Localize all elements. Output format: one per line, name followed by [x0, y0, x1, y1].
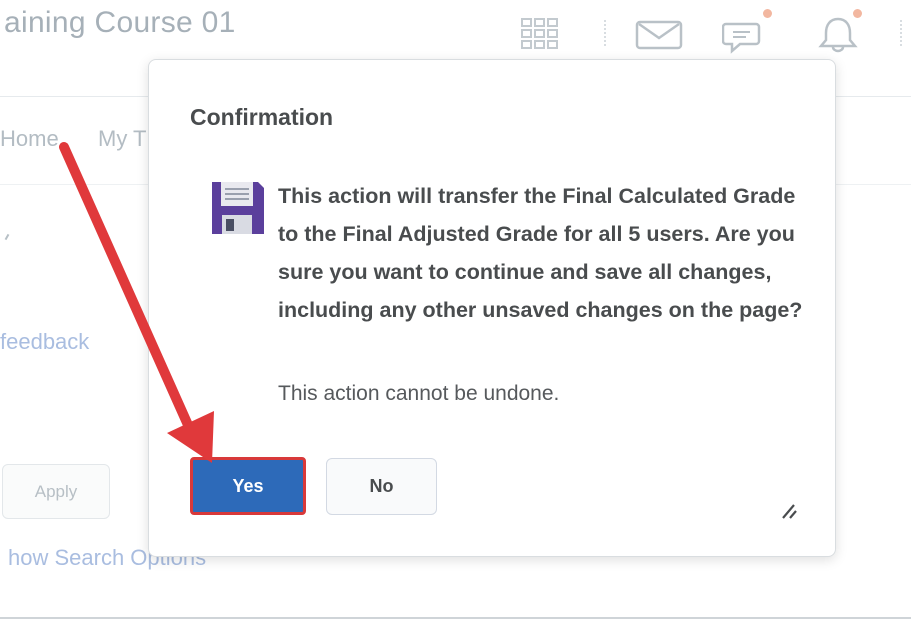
bell-icon[interactable] [816, 14, 860, 54]
resize-handle-icon[interactable] [779, 500, 799, 520]
dialog-title: Confirmation [190, 104, 334, 130]
page: aining Course 01 Home My T feedback Appl… [0, 0, 911, 622]
apply-button[interactable]: Apply [2, 464, 110, 519]
dialog-note: This action cannot be undone. [278, 382, 560, 405]
dialog-message: This action will transfer the Final Calc… [278, 184, 803, 322]
header-separator-right [900, 20, 902, 46]
app-grid-icon[interactable] [518, 14, 562, 54]
bottom-divider [0, 617, 911, 619]
feedback-link[interactable]: feedback [0, 329, 89, 355]
nav-home[interactable]: Home [0, 126, 59, 152]
background-mark [4, 233, 10, 241]
course-title: aining Course 01 [4, 6, 236, 39]
yes-button[interactable]: Yes [190, 457, 306, 515]
no-button[interactable]: No [326, 458, 437, 515]
chat-notification-badge [763, 9, 772, 18]
nav-my-tools[interactable]: My T [98, 126, 146, 152]
floppy-disk-icon [212, 182, 264, 234]
chat-icon[interactable] [722, 14, 766, 54]
bell-notification-badge [853, 9, 862, 18]
header-separator [604, 20, 606, 46]
confirmation-dialog: Confirmation This action will transfer t… [148, 59, 836, 557]
mail-icon[interactable] [634, 14, 686, 54]
